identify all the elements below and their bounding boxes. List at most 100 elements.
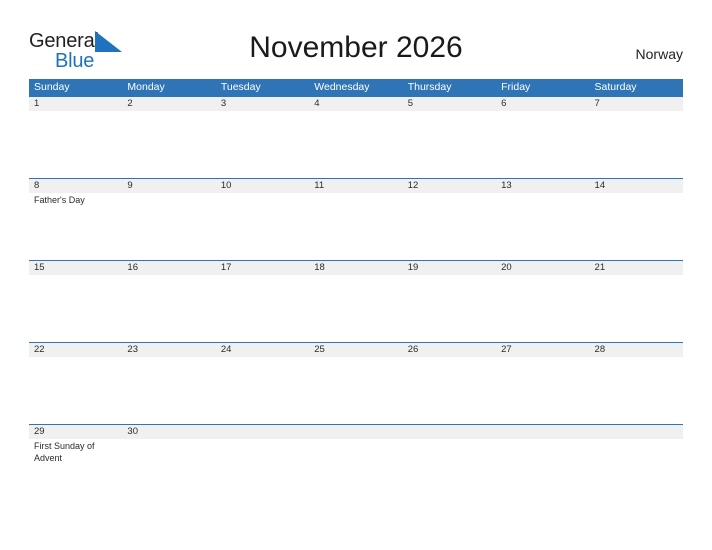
page-header: General Blue November 2026 Norway	[0, 0, 712, 78]
day-cell[interactable]	[403, 275, 496, 342]
day-number[interactable]: 25	[309, 343, 402, 357]
weekday-thursday: Thursday	[407, 81, 452, 93]
weekday-sunday: Sunday	[34, 81, 70, 93]
day-cell[interactable]	[403, 193, 496, 260]
week-events-band	[29, 111, 683, 178]
week-daynumber-band: 29 30	[29, 424, 683, 439]
week-daynumber-band: 8 9 10 11 12 13 14	[29, 178, 683, 193]
day-number[interactable]: 17	[216, 261, 309, 275]
day-cell[interactable]	[122, 111, 215, 178]
day-cell[interactable]	[216, 193, 309, 260]
day-cell[interactable]	[29, 275, 122, 342]
week-row: 8 9 10 11 12 13 14 Father's Day	[29, 178, 683, 260]
day-number[interactable]: 20	[496, 261, 589, 275]
day-number[interactable]: 18	[309, 261, 402, 275]
day-number[interactable]: 27	[496, 343, 589, 357]
day-cell[interactable]	[590, 111, 683, 178]
day-number[interactable]	[309, 425, 402, 439]
day-event-text: Father's Day	[34, 195, 85, 205]
day-cell[interactable]	[216, 439, 309, 505]
calendar-grid: Sunday Monday Tuesday Wednesday Thursday…	[29, 79, 683, 505]
day-number[interactable]: 14	[590, 179, 683, 193]
day-cell[interactable]	[496, 193, 589, 260]
day-number[interactable]: 16	[122, 261, 215, 275]
day-cell[interactable]	[309, 111, 402, 178]
day-number[interactable]: 15	[29, 261, 122, 275]
day-cell[interactable]	[122, 193, 215, 260]
week-daynumber-band: 15 16 17 18 19 20 21	[29, 260, 683, 275]
day-number[interactable]: 8	[29, 179, 122, 193]
day-number[interactable]: 12	[403, 179, 496, 193]
week-daynumber-band: 22 23 24 25 26 27 28	[29, 342, 683, 357]
day-number[interactable]: 2	[122, 97, 215, 111]
day-cell[interactable]	[122, 275, 215, 342]
week-row: 22 23 24 25 26 27 28	[29, 342, 683, 424]
weekday-wednesday: Wednesday	[314, 81, 370, 93]
day-number[interactable]: 9	[122, 179, 215, 193]
weekday-header-row: Sunday Monday Tuesday Wednesday Thursday…	[29, 79, 683, 96]
day-cell[interactable]	[122, 439, 215, 505]
day-cell[interactable]: First Sunday of Advent	[29, 439, 122, 505]
day-cell[interactable]	[590, 439, 683, 505]
day-number[interactable]	[403, 425, 496, 439]
day-cell[interactable]	[309, 439, 402, 505]
day-event-text: First Sunday of Advent	[34, 441, 95, 463]
day-number[interactable]: 11	[309, 179, 402, 193]
weekday-saturday: Saturday	[594, 81, 637, 93]
day-cell[interactable]	[403, 439, 496, 505]
day-number[interactable]: 30	[122, 425, 215, 439]
day-number[interactable]	[590, 425, 683, 439]
week-row: 29 30 First Sunday of Advent	[29, 424, 683, 505]
calendar-page: General Blue November 2026 Norway Sunday…	[0, 0, 712, 550]
day-number[interactable]: 10	[216, 179, 309, 193]
day-cell[interactable]	[216, 111, 309, 178]
week-events-band	[29, 357, 683, 424]
day-number[interactable]: 21	[590, 261, 683, 275]
day-number[interactable]: 29	[29, 425, 122, 439]
day-cell[interactable]	[496, 275, 589, 342]
day-cell[interactable]	[309, 357, 402, 424]
day-cell[interactable]	[29, 357, 122, 424]
day-cell[interactable]	[590, 193, 683, 260]
day-number[interactable]: 28	[590, 343, 683, 357]
day-number[interactable]: 4	[309, 97, 402, 111]
day-number[interactable]: 6	[496, 97, 589, 111]
day-number[interactable]	[496, 425, 589, 439]
day-cell[interactable]	[216, 357, 309, 424]
week-row: 15 16 17 18 19 20 21	[29, 260, 683, 342]
day-cell[interactable]	[496, 439, 589, 505]
week-events-band: Father's Day	[29, 193, 683, 260]
day-cell[interactable]	[309, 275, 402, 342]
day-cell[interactable]	[590, 357, 683, 424]
country-label: Norway	[635, 46, 683, 62]
weekday-tuesday: Tuesday	[220, 81, 261, 93]
day-number[interactable]	[216, 425, 309, 439]
day-number[interactable]: 5	[403, 97, 496, 111]
weekday-friday: Friday	[501, 81, 531, 93]
day-cell[interactable]	[309, 193, 402, 260]
day-number[interactable]: 22	[29, 343, 122, 357]
day-cell[interactable]	[216, 275, 309, 342]
day-cell[interactable]	[496, 111, 589, 178]
day-number[interactable]: 19	[403, 261, 496, 275]
week-events-band: First Sunday of Advent	[29, 439, 683, 505]
day-cell[interactable]	[496, 357, 589, 424]
day-number[interactable]: 13	[496, 179, 589, 193]
day-number[interactable]: 23	[122, 343, 215, 357]
week-events-band	[29, 275, 683, 342]
day-cell[interactable]	[29, 111, 122, 178]
day-number[interactable]: 26	[403, 343, 496, 357]
week-row: 1 2 3 4 5 6 7	[29, 96, 683, 178]
day-cell[interactable]	[403, 357, 496, 424]
week-daynumber-band: 1 2 3 4 5 6 7	[29, 96, 683, 111]
page-title: November 2026	[249, 31, 463, 64]
day-cell[interactable]	[403, 111, 496, 178]
day-cell[interactable]	[122, 357, 215, 424]
day-cell[interactable]: Father's Day	[29, 193, 122, 260]
day-number[interactable]: 1	[29, 97, 122, 111]
weekday-monday: Monday	[127, 81, 165, 93]
day-number[interactable]: 7	[590, 97, 683, 111]
day-cell[interactable]	[590, 275, 683, 342]
day-number[interactable]: 24	[216, 343, 309, 357]
day-number[interactable]: 3	[216, 97, 309, 111]
